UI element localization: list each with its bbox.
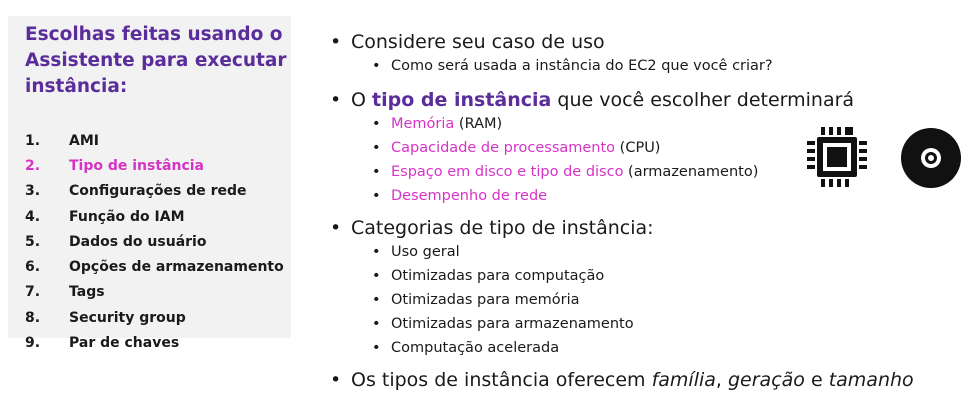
list-item: 5. Dados do usuário <box>25 233 207 250</box>
list-item: 1. AMI <box>25 132 99 149</box>
list-item: 4. Função do IAM <box>25 208 185 225</box>
bullet-instance-type: O tipo de instância que você escolher de… <box>330 88 950 112</box>
list-item: 6. Opções de armazenamento <box>25 259 284 276</box>
bullet-categories: Categorias de tipo de instância: <box>330 216 950 240</box>
content-bullets: Considere seu caso de uso Como será usad… <box>330 30 950 392</box>
sub-bullet: Computação acelerada <box>330 336 950 360</box>
list-item: 8. Security group <box>25 309 186 326</box>
sub-bullet: Otimizadas para memória <box>330 288 950 312</box>
bullet-use-case: Considere seu caso de uso <box>330 30 950 54</box>
sub-bullet: Otimizadas para armazenamento <box>330 312 950 336</box>
sub-bullet: Uso geral <box>330 240 950 264</box>
list-item: 9. Par de chaves <box>25 335 180 352</box>
panel-title: Escolhas feitas usando o Assistente para… <box>25 24 287 97</box>
disk-icon <box>901 128 961 188</box>
cpu-chip-icon <box>807 127 867 187</box>
list-item: 7. Tags <box>25 284 105 301</box>
list-item: 3. Configurações de rede <box>25 183 247 200</box>
sub-bullet: Como será usada a instância do EC2 que v… <box>330 54 950 78</box>
steps-list: 1. AMI 2. Tipo de instância 3. Configuraçõe… <box>25 128 284 356</box>
list-item: 2. Tipo de instância <box>25 157 205 174</box>
sub-bullet: Otimizadas para computação <box>330 264 950 288</box>
bullet-family-generation-size: Os tipos de instância oferecem família, … <box>330 368 950 392</box>
